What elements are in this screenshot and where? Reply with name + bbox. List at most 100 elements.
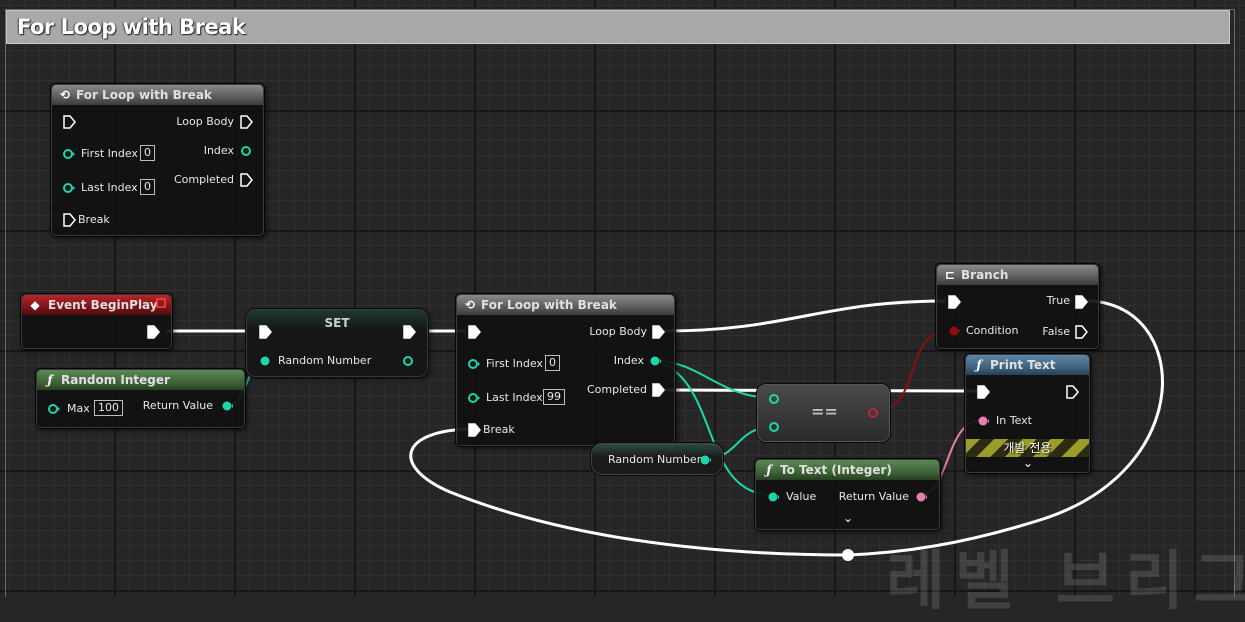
exec-out-pin[interactable] — [1065, 385, 1079, 399]
first-index-pin[interactable] — [63, 148, 75, 160]
equals-symbol: == — [811, 402, 838, 421]
first-index-input[interactable]: 0 — [140, 145, 155, 161]
completed-pin[interactable] — [239, 173, 253, 187]
b-pin[interactable] — [768, 421, 780, 433]
index-label: Index — [203, 144, 234, 157]
node-title: Random Integer — [61, 373, 170, 387]
exec-in-pin[interactable] — [947, 295, 961, 309]
random-integer-node[interactable]: ƒ Random Integer Max 100 Return Value — [35, 368, 246, 429]
node-title: SET — [324, 316, 350, 330]
exec-wire — [663, 299, 947, 333]
random-number-getter-node[interactable]: Random Number — [590, 442, 724, 476]
event-beginplay-node[interactable]: ◆ Event BeginPlay — [20, 293, 173, 350]
development-only-label: 개발 전용 — [1003, 441, 1052, 455]
true-label: True — [1046, 294, 1070, 307]
exec-in-pin[interactable] — [62, 115, 76, 129]
loop-body-pin[interactable] — [239, 115, 253, 129]
exec-in-pin[interactable] — [467, 325, 481, 339]
chevron-down-icon[interactable]: ⌄ — [1023, 456, 1033, 470]
break-pin[interactable] — [62, 213, 76, 227]
break-pin[interactable] — [467, 423, 481, 437]
print-text-node[interactable]: ƒ Print Text In Text 개발 전용 ⌄ — [964, 353, 1091, 474]
node-header[interactable]: ƒ Random Integer — [37, 370, 244, 390]
node-title: For Loop with Break — [481, 298, 617, 312]
last-index-label: Last Index — [486, 391, 543, 404]
last-index-label: Last Index — [81, 181, 138, 194]
node-header[interactable]: ƒ Print Text — [966, 355, 1089, 375]
random-number-out-pin[interactable] — [699, 454, 711, 466]
watermark: 레벨 브리그 — [886, 545, 1245, 619]
loop-icon: ⟲ — [464, 298, 476, 312]
function-icon: ƒ — [976, 358, 982, 372]
index-pin[interactable] — [240, 145, 252, 157]
branch-node[interactable]: ⊏ Branch True Condition False — [935, 263, 1100, 350]
to-text-integer-node[interactable]: ƒ To Text (Integer) Value Return Value ⌄ — [754, 458, 941, 531]
loop-body-label: Loop Body — [589, 325, 647, 338]
index-pin[interactable] — [649, 355, 661, 367]
development-only-banner: 개발 전용 — [966, 439, 1089, 457]
first-index-label: First Index — [81, 147, 138, 160]
node-title: To Text (Integer) — [780, 463, 892, 477]
value-label: Value — [786, 490, 817, 503]
equal-integer-node[interactable]: == — [756, 383, 891, 443]
max-input[interactable]: 100 — [94, 400, 123, 416]
exec-out-pin[interactable] — [402, 325, 416, 339]
node-header[interactable]: ⟲ For Loop with Break — [52, 85, 263, 105]
index-label: Index — [613, 354, 644, 367]
false-pin[interactable] — [1074, 325, 1088, 339]
for-loop-with-break-node[interactable]: ⟲ For Loop with Break Loop Body First In… — [455, 293, 676, 447]
break-label: Break — [78, 213, 110, 226]
false-label: False — [1042, 325, 1070, 338]
exec-out-pin[interactable] — [146, 325, 160, 339]
last-index-pin[interactable] — [63, 182, 75, 194]
node-title: Print Text — [990, 358, 1056, 372]
true-pin[interactable] — [1074, 295, 1088, 309]
random-number-in-pin[interactable] — [259, 355, 271, 367]
first-index-label: First Index — [486, 357, 543, 370]
in-text-pin[interactable] — [977, 415, 989, 427]
result-pin[interactable] — [867, 407, 879, 419]
set-random-number-node[interactable]: SET Random Number — [245, 308, 429, 378]
first-index-input[interactable]: 0 — [545, 355, 560, 371]
return-value-label: Return Value — [142, 399, 213, 412]
loop-body-pin[interactable] — [651, 325, 665, 339]
reroute-node — [842, 549, 854, 561]
chevron-down-icon[interactable]: ⌄ — [843, 511, 853, 525]
max-label: Max — [67, 402, 90, 415]
first-index-pin[interactable] — [468, 358, 480, 370]
random-number-label: Random Number — [608, 453, 702, 466]
node-header[interactable]: ƒ To Text (Integer) — [756, 460, 939, 480]
condition-pin[interactable] — [948, 325, 960, 337]
node-title: For Loop with Break — [76, 88, 212, 102]
node-title: Event BeginPlay — [48, 298, 158, 312]
return-value-label: Return Value — [838, 490, 909, 503]
node-title: Branch — [961, 268, 1009, 282]
value-pin[interactable] — [767, 491, 779, 503]
delegate-pin[interactable] — [156, 298, 166, 308]
event-diamond-icon: ◆ — [30, 298, 40, 312]
loop-body-label: Loop Body — [176, 115, 234, 128]
node-header[interactable]: ⊏ Branch — [937, 265, 1098, 285]
break-label: Break — [483, 423, 515, 436]
return-value-pin[interactable] — [915, 491, 927, 503]
last-index-input[interactable]: 0 — [140, 179, 155, 195]
function-icon: ƒ — [47, 373, 53, 387]
last-index-input[interactable]: 99 — [543, 389, 565, 405]
node-header[interactable]: ◆ Event BeginPlay — [22, 295, 171, 315]
condition-label: Condition — [966, 324, 1019, 337]
exec-in-pin[interactable] — [258, 325, 272, 339]
in-text-label: In Text — [996, 414, 1032, 427]
completed-pin[interactable] — [651, 383, 665, 397]
a-pin[interactable] — [768, 393, 780, 405]
random-number-out-pin[interactable] — [402, 355, 414, 367]
return-value-pin[interactable] — [221, 400, 233, 412]
loop-icon: ⟲ — [59, 88, 71, 102]
node-header[interactable]: ⟲ For Loop with Break — [457, 295, 674, 315]
completed-label: Completed — [174, 173, 234, 186]
last-index-pin[interactable] — [468, 392, 480, 404]
completed-label: Completed — [587, 383, 647, 396]
exec-in-pin[interactable] — [976, 385, 990, 399]
for-loop-with-break-node-reference[interactable]: ⟲ For Loop with Break Loop Body First In… — [50, 83, 265, 237]
random-number-label: Random Number — [278, 354, 372, 367]
max-pin[interactable] — [48, 403, 60, 415]
